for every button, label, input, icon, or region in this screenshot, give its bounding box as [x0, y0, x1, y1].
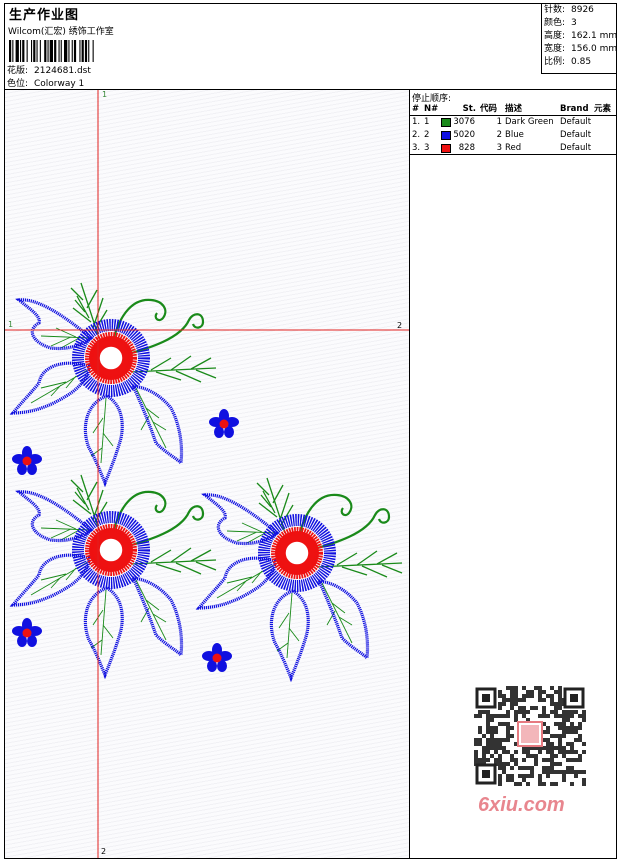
flower-motif-middle — [13, 475, 216, 675]
flower-motif-right — [199, 478, 402, 678]
table-row: 2. 2 5020 2 Blue Default — [412, 130, 592, 140]
stop-sequence-panel: 停止顺序: # N# St. 代码 描述 Brand 元素 1. 1 3076 … — [410, 90, 616, 858]
table-header: # N# St. 代码 描述 Brand 元素 — [410, 103, 616, 116]
stat-scale: 比例: 0.85 — [544, 57, 592, 67]
design-stats: 针数: 8926 颜色: 3 高度: 162.1 mm 宽度: 156.0 mm 比例:… — [541, 4, 618, 74]
embroidery-preview: 1 1 2 2 — [5, 90, 410, 858]
stat-colors: 颜色: 3 — [544, 18, 577, 28]
sheet-subtitle: Wilcom(汇宏) 绣饰工作室 — [8, 27, 114, 37]
design-file-label: 花版: — [7, 66, 29, 76]
guide-label-top: 1 — [102, 90, 108, 99]
stat-height: 高度: 162.1 mm — [544, 31, 618, 41]
small-flower-2 — [12, 446, 42, 475]
seal-stamp-image — [517, 721, 543, 747]
design-file-row: 花版: 2124681.dst — [7, 63, 91, 76]
embroidery-canvas — [5, 90, 409, 858]
colorway-row: 色位: Colorway 1 — [7, 76, 84, 89]
colorway-label: 色位: — [7, 79, 29, 89]
small-flower-1 — [209, 409, 239, 438]
small-flower-3 — [12, 618, 42, 647]
site-logo: 6xiu.com — [478, 794, 565, 816]
guide-label-left: 1 — [8, 320, 14, 329]
guide-label-right: 2 — [397, 321, 403, 330]
barcode-image — [9, 40, 94, 62]
stop-sequence-table: # N# St. 代码 描述 Brand 元素 1. 1 3076 1 Dark… — [410, 103, 616, 155]
design-file-value: 2124681.dst — [34, 66, 91, 76]
table-row: 1. 1 3076 1 Dark Green Default — [412, 117, 592, 127]
qr-code-image — [474, 686, 586, 786]
production-sheet: 生产作业图 Wilcom(汇宏) 绣饰工作室 花版: 2124681.dst 色位… — [4, 3, 617, 859]
colorway-value: Colorway 1 — [34, 79, 85, 89]
flower-motif-top — [13, 283, 216, 483]
stat-stitches: 针数: 8926 — [544, 5, 594, 15]
guide-label-bottom: 2 — [101, 847, 107, 856]
sheet-header: 生产作业图 Wilcom(汇宏) 绣饰工作室 花版: 2124681.dst 色位… — [5, 4, 618, 90]
sheet-title: 生产作业图 — [9, 8, 80, 23]
stat-width: 宽度: 156.0 mm — [544, 44, 618, 54]
small-flower-4 — [202, 643, 232, 672]
table-row: 3. 3 828 3 Red Default — [410, 142, 616, 155]
